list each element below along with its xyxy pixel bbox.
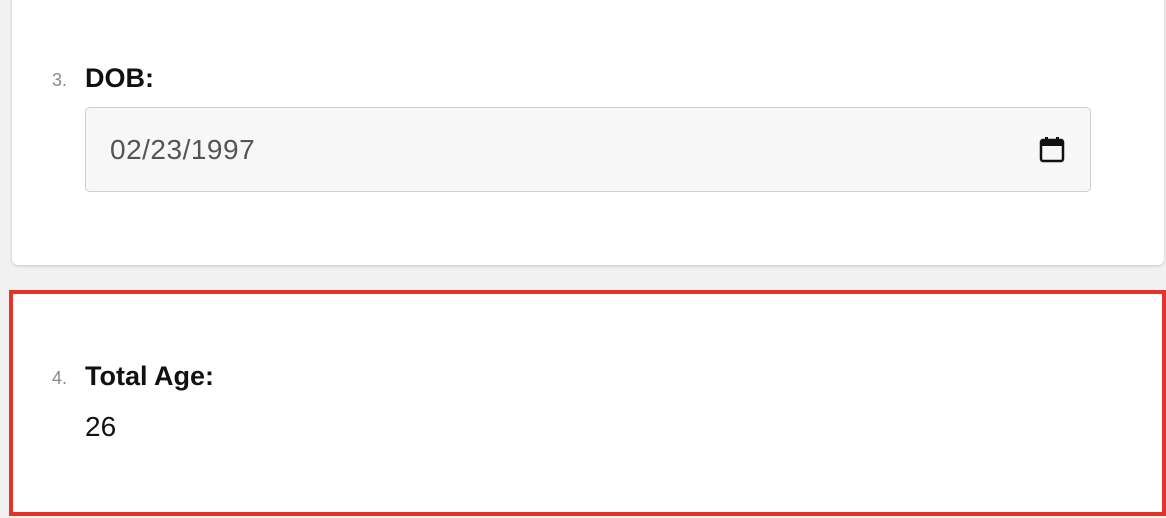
dob-date-value[interactable]: 02/23/1997 (110, 134, 255, 166)
question-number: 4. (52, 368, 68, 388)
question-label: Total Age: (85, 361, 214, 391)
dob-date-input[interactable]: 02/23/1997 (85, 107, 1091, 192)
question-number: 3. (52, 70, 68, 90)
total-age-question-card: 4. Total Age: 26 (9, 290, 1166, 516)
dob-question-card: 3. DOB: 02/23/1997 (12, 0, 1164, 265)
calendar-icon[interactable] (1039, 136, 1065, 163)
total-age-value: 26 (85, 411, 117, 442)
form-page: 3. DOB: 02/23/1997 4. Total Age: 26 (0, 0, 1166, 518)
question-label: DOB: (85, 63, 154, 93)
